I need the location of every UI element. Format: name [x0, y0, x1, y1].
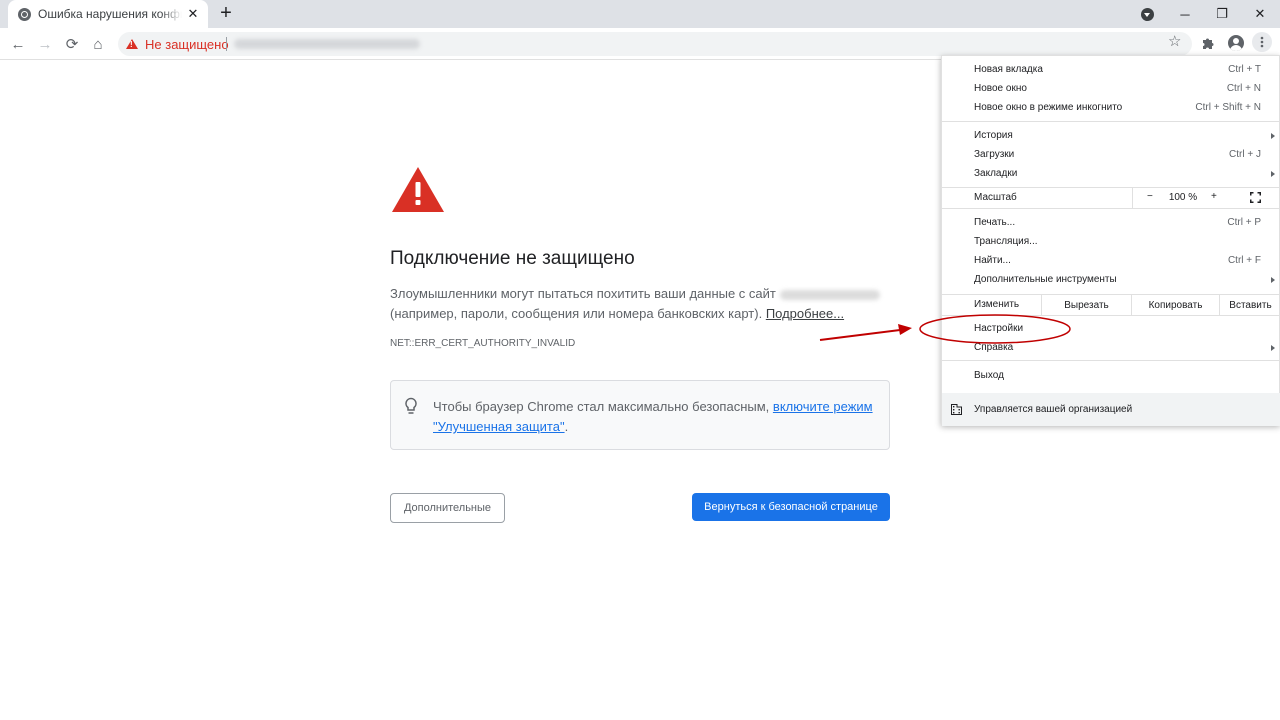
- window-close-button[interactable]: ✕: [1242, 0, 1278, 28]
- menu-label: Дополнительные инструменты: [974, 274, 1117, 285]
- copy-button[interactable]: Копировать: [1131, 295, 1219, 315]
- edit-label: Изменить: [974, 299, 1020, 310]
- zoom-level: 100 %: [1168, 192, 1198, 203]
- profile-avatar[interactable]: [1228, 35, 1244, 51]
- zoom-label: Масштаб: [974, 192, 1017, 203]
- explanation-part2: (например, пароли, сообщения или номера …: [390, 306, 763, 321]
- chrome-menu-button[interactable]: [1252, 32, 1272, 52]
- menu-label: Настройки: [974, 323, 1024, 334]
- enhanced-protection-tip: Чтобы браузер Chrome стал максимально бе…: [390, 380, 890, 450]
- menu-item-incognito[interactable]: Новое окно в режиме инкогнито Ctrl + Shi…: [942, 98, 1280, 117]
- maximize-button[interactable]: ❐: [1204, 0, 1240, 28]
- back-to-safety-button[interactable]: Вернуться к безопасной странице: [692, 493, 890, 521]
- menu-item-more-tools[interactable]: Дополнительные инструменты: [942, 270, 1280, 289]
- submenu-arrow-icon: [1271, 170, 1275, 177]
- tip-prefix: Чтобы браузер Chrome стал максимально бе…: [433, 399, 770, 414]
- menu-label: Закладки: [974, 168, 1018, 179]
- shortcut-label: Ctrl + Shift + N: [1195, 102, 1261, 113]
- back-button[interactable]: ←: [8, 34, 28, 54]
- site-name-redacted: [779, 289, 880, 300]
- menu-divider: [942, 121, 1280, 122]
- warning-icon: [126, 39, 138, 49]
- menu-item-settings[interactable]: Настройки: [942, 319, 1280, 338]
- menu-item-exit[interactable]: Выход: [942, 366, 1280, 385]
- big-warning-icon: [392, 167, 444, 212]
- menu-item-new-window[interactable]: Новое окно Ctrl + N: [942, 79, 1280, 98]
- menu-divider: [942, 360, 1280, 361]
- globe-icon: [18, 7, 31, 21]
- zoom-control: − 100 % +: [1132, 188, 1280, 208]
- bookmark-star-icon[interactable]: ☆: [1168, 32, 1181, 50]
- menu-edit-row: Изменить Вырезать Копировать Вставить: [942, 295, 1280, 315]
- forward-button[interactable]: →: [35, 34, 55, 54]
- url-text-redacted[interactable]: [234, 39, 420, 49]
- shortcut-label: Ctrl + T: [1228, 64, 1261, 75]
- puzzle-icon[interactable]: [1201, 36, 1215, 50]
- security-status[interactable]: Не защищено: [145, 37, 229, 52]
- new-tab-button[interactable]: +: [216, 3, 236, 24]
- browser-tab[interactable]: Ошибка нарушения конфиденциальности ✕: [8, 0, 208, 28]
- menu-zoom-row: Масштаб − 100 % +: [942, 188, 1280, 208]
- menu-label: Выход: [974, 370, 1004, 381]
- menu-divider: [942, 208, 1280, 209]
- tab-strip: Ошибка нарушения конфиденциальности ✕ + …: [0, 0, 1280, 28]
- managed-by-org[interactable]: Управляется вашей организацией: [942, 393, 1280, 426]
- building-icon: [951, 404, 962, 415]
- reload-button[interactable]: ⟳: [62, 34, 82, 54]
- menu-item-print[interactable]: Печать... Ctrl + P: [942, 213, 1280, 232]
- menu-item-bookmarks[interactable]: Закладки: [942, 164, 1280, 183]
- tab-title: Ошибка нарушения конфиденциальности: [38, 7, 182, 21]
- menu-divider: [942, 315, 1280, 316]
- learn-more-link[interactable]: Подробнее...: [766, 306, 844, 321]
- error-code[interactable]: NET::ERR_CERT_AUTHORITY_INVALID: [390, 338, 575, 349]
- chrome-app-menu: Новая вкладка Ctrl + T Новое окно Ctrl +…: [941, 55, 1280, 426]
- shortcut-label: Ctrl + J: [1229, 149, 1261, 160]
- cut-button[interactable]: Вырезать: [1041, 295, 1131, 315]
- shortcut-label: Ctrl + P: [1227, 217, 1261, 228]
- submenu-arrow-icon: [1271, 132, 1275, 139]
- home-button[interactable]: ⌂: [88, 34, 108, 54]
- zoom-in-button[interactable]: +: [1211, 191, 1217, 202]
- menu-label: Трансляция...: [974, 236, 1038, 247]
- submenu-arrow-icon: [1271, 344, 1275, 351]
- menu-label: Управляется вашей организацией: [974, 404, 1133, 415]
- submenu-arrow-icon: [1271, 276, 1275, 283]
- zoom-out-button[interactable]: −: [1147, 191, 1153, 202]
- divider: [226, 37, 227, 51]
- tab-close-button[interactable]: ✕: [186, 6, 200, 22]
- menu-label: История: [974, 130, 1013, 141]
- shortcut-label: Ctrl + F: [1227, 255, 1261, 266]
- tip-suffix: .: [564, 419, 569, 434]
- annotation-arrow-line: [819, 329, 901, 341]
- menu-item-history[interactable]: История: [942, 126, 1280, 145]
- explanation-part1: Злоумышленники могут пытаться похитить в…: [390, 286, 776, 301]
- minimize-button[interactable]: ─: [1167, 0, 1203, 28]
- paste-button[interactable]: Вставить: [1219, 295, 1280, 315]
- tab-search-icon[interactable]: [1141, 8, 1154, 21]
- advanced-button[interactable]: Дополнительные: [390, 493, 505, 523]
- menu-label: Справка: [974, 342, 1014, 353]
- menu-item-help[interactable]: Справка: [942, 338, 1280, 357]
- kebab-menu-icon: [1260, 36, 1264, 48]
- tip-text: Чтобы браузер Chrome стал максимально бе…: [433, 397, 873, 437]
- menu-item-find[interactable]: Найти... Ctrl + F: [942, 251, 1280, 270]
- menu-item-downloads[interactable]: Загрузки Ctrl + J: [942, 145, 1280, 164]
- annotation-arrow-head: [898, 324, 912, 335]
- fullscreen-icon[interactable]: [1250, 192, 1261, 203]
- menu-item-cast[interactable]: Трансляция...: [942, 232, 1280, 251]
- lightbulb-icon: [405, 397, 417, 414]
- menu-item-new-tab[interactable]: Новая вкладка Ctrl + T: [942, 60, 1280, 79]
- address-bar[interactable]: Не защищено: [118, 32, 1192, 56]
- shortcut-label: Ctrl + N: [1226, 83, 1261, 94]
- explanation-text: Злоумышленники могут пытаться похитить в…: [390, 284, 880, 324]
- page-title: Подключение не защищено: [390, 248, 635, 269]
